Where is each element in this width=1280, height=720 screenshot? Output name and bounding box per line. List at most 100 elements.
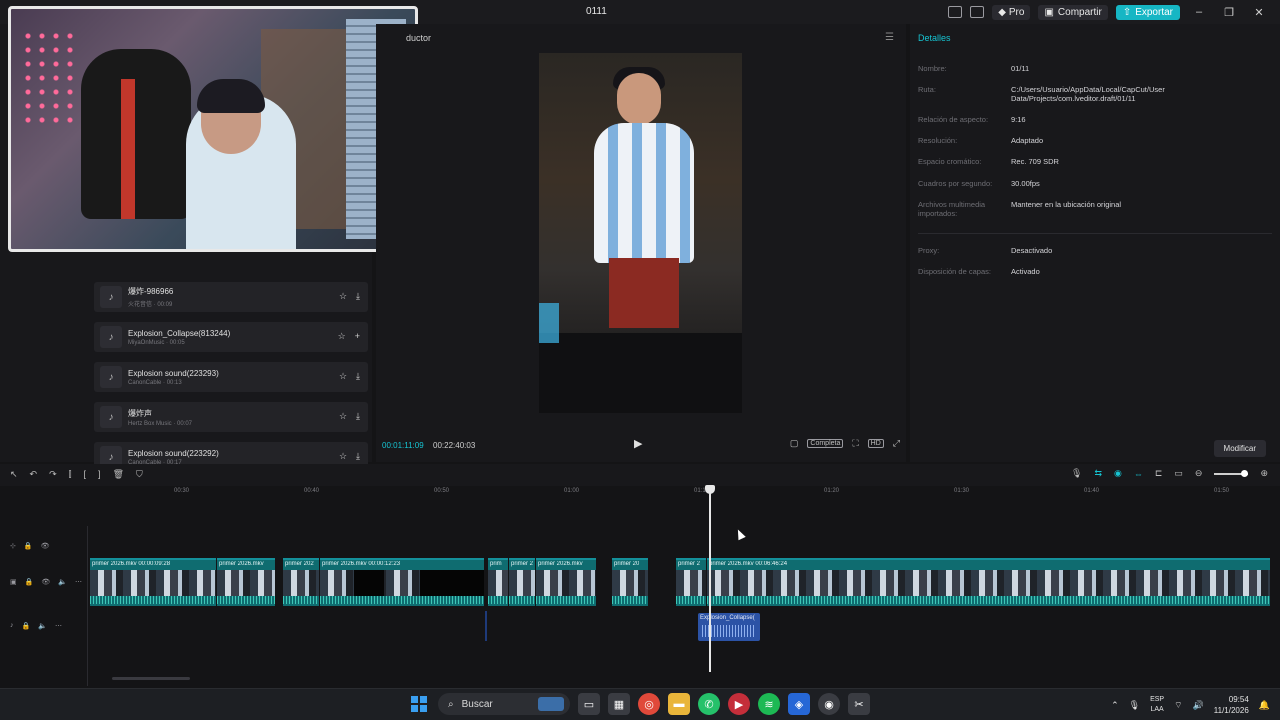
modify-button[interactable]: Modificar [1213, 440, 1266, 457]
lock-icon[interactable]: 🔒 [25, 578, 34, 586]
zoom-in-icon[interactable]: ⊕ [1260, 468, 1268, 479]
maximize-icon[interactable]: ❐ [1218, 6, 1240, 19]
video-clip[interactable]: primer 20 [612, 558, 648, 606]
video-clip[interactable]: prim [488, 558, 508, 606]
file-explorer-icon[interactable]: ▬ [668, 693, 690, 715]
vpn-icon[interactable]: ◈ [788, 693, 810, 715]
trim-right-icon[interactable]: ] [98, 469, 101, 480]
marker-icon[interactable]: ⛉ [136, 469, 143, 480]
task-view-icon[interactable]: ▭ [578, 693, 600, 715]
close-icon[interactable]: ✕ [1248, 6, 1270, 19]
menu-icon[interactable]: ☰ [885, 32, 894, 43]
crop-icon[interactable]: ▢ [790, 438, 799, 449]
clock[interactable]: 09:54 11/1/2026 [1214, 694, 1249, 716]
video-preview[interactable] [539, 53, 742, 413]
quality-icon[interactable]: HD [867, 439, 884, 448]
volume-icon[interactable]: 🔊 [1193, 700, 1204, 711]
download-icon[interactable]: ⤓ [356, 451, 360, 462]
notification-icon[interactable]: 🔔 [1259, 700, 1270, 711]
obs-icon[interactable]: ◉ [818, 693, 840, 715]
download-icon[interactable]: ⤓ [356, 291, 360, 302]
microphone-icon[interactable]: 🎙 [1071, 468, 1082, 479]
video-clip[interactable]: primer 2 [509, 558, 535, 606]
download-icon[interactable]: ⤓ [356, 371, 360, 382]
video-clip[interactable]: primer 2026.mkv [536, 558, 596, 606]
clip-waveform [283, 596, 319, 604]
capcut-icon[interactable]: ✂ [848, 693, 870, 715]
lock-icon[interactable]: 🔒 [22, 622, 31, 630]
sound-meta: 火花音信 · 00:09 [128, 302, 173, 308]
speaker-icon[interactable]: 🔈 [38, 622, 47, 630]
chrome-icon[interactable]: ◎ [638, 693, 660, 715]
fullscreen-icon[interactable]: ⤢ [893, 438, 900, 449]
spotify-icon[interactable]: ≋ [758, 693, 780, 715]
more-icon[interactable]: ⋯ [55, 622, 62, 630]
layout-icon[interactable] [948, 6, 963, 18]
add-icon[interactable]: + [355, 331, 360, 342]
share-label: Compartir [1057, 6, 1102, 18]
speaker-icon[interactable]: 🔈 [58, 578, 67, 586]
black-segment [420, 570, 484, 596]
video-clip[interactable]: primer 2026.mkv 00:00:09:28 [90, 558, 216, 606]
audio-clip[interactable]: Explosion_Collapse( [698, 613, 760, 641]
playhead[interactable] [709, 486, 711, 672]
focus-icon[interactable]: ⛶ [852, 438, 858, 449]
media-app-icon[interactable]: ▶ [728, 693, 750, 715]
favorite-icon[interactable]: ☆ [338, 331, 346, 342]
list-item[interactable]: ♪ Explosion_Collapse(813244) MiyaOnMusic … [94, 322, 368, 352]
time-ruler[interactable]: 00:30 00:40 00:50 01:00 01:10 01:20 01:3… [90, 486, 1280, 498]
keyboard-icon[interactable] [970, 6, 985, 18]
ratio-button[interactable]: Completa [807, 439, 844, 448]
chevron-up-icon[interactable]: ⌃ [1111, 700, 1119, 711]
language-indicator[interactable]: ESP LAA [1150, 695, 1164, 715]
trim-left-icon[interactable]: [ [84, 469, 87, 480]
video-clip[interactable]: primer 2026.mkv 00:06:46:24 [707, 558, 1270, 606]
export-button[interactable]: ⇧ Exportar [1115, 4, 1180, 20]
magnet-icon[interactable]: ◉ [1114, 468, 1122, 479]
eye-icon[interactable]: 👁 [41, 542, 50, 550]
favorite-icon[interactable]: ☆ [339, 291, 347, 302]
download-icon[interactable]: ⤓ [356, 411, 360, 422]
favorite-icon[interactable]: ☆ [339, 371, 347, 382]
undo-icon[interactable]: ↶ [30, 469, 38, 480]
video-clip[interactable]: primer 202 [283, 558, 319, 606]
search-icon: ⌕ [448, 698, 454, 710]
play-button[interactable]: ▶ [634, 437, 648, 451]
minimize-icon[interactable]: – [1188, 6, 1210, 18]
horizontal-scrollbar[interactable] [112, 677, 190, 680]
audio-marker[interactable] [485, 611, 487, 641]
more-icon[interactable]: ⋯ [75, 578, 82, 586]
share-button[interactable]: ▣ Compartir [1038, 4, 1108, 20]
favorite-icon[interactable]: ☆ [339, 411, 347, 422]
pro-button[interactable]: ◆ Pro [992, 4, 1031, 20]
video-clip[interactable]: primer 2026.mkv 00:00:12:23 [320, 558, 484, 606]
whatsapp-icon[interactable]: ✆ [698, 693, 720, 715]
favorite-icon[interactable]: ☆ [339, 451, 347, 462]
snap-icon[interactable]: ⇔ [1134, 469, 1143, 479]
link-icon[interactable]: ⇆ [1094, 468, 1102, 479]
preview-axis-icon[interactable]: ⊏ [1155, 468, 1163, 479]
store-icon[interactable]: ▦ [608, 693, 630, 715]
wifi-icon[interactable]: ⌔ [1174, 700, 1182, 711]
detail-value: 30.00fps [1011, 179, 1040, 188]
split-icon[interactable]: ⫿ [69, 469, 72, 480]
eye-icon[interactable]: 👁 [41, 578, 50, 586]
caption-icon[interactable]: ▭ [1174, 468, 1183, 479]
video-clip[interactable]: primer 2026.mkv [217, 558, 275, 606]
redo-icon[interactable]: ↷ [49, 469, 57, 480]
lock-icon[interactable]: 🔒 [24, 542, 33, 550]
detail-label: Relación de aspecto: [918, 115, 989, 124]
zoom-knob[interactable] [1241, 469, 1249, 477]
taskbar-search[interactable]: ⌕ Buscar [438, 693, 570, 715]
list-item[interactable]: ♪ 爆炸-986966 火花音信 · 00:09 ☆ ⤓ [94, 282, 368, 312]
zoom-out-icon[interactable]: ⊖ [1195, 468, 1203, 479]
zoom-slider[interactable] [1214, 469, 1249, 477]
black-segment [354, 570, 384, 596]
windows-start-icon[interactable] [408, 693, 430, 715]
list-item[interactable]: ♪ Explosion sound(223293) CanonCable · 00… [94, 362, 368, 392]
select-icon[interactable]: ↖ [10, 469, 18, 480]
delete-icon[interactable]: 🗑 [113, 469, 124, 480]
microphone-tray-icon[interactable]: 🎙 [1129, 700, 1140, 711]
video-clip[interactable]: primer 2 [676, 558, 706, 606]
list-item[interactable]: ♪ 爆炸声 Hertz Box Music · 00:07 ☆ ⤓ [94, 402, 368, 432]
